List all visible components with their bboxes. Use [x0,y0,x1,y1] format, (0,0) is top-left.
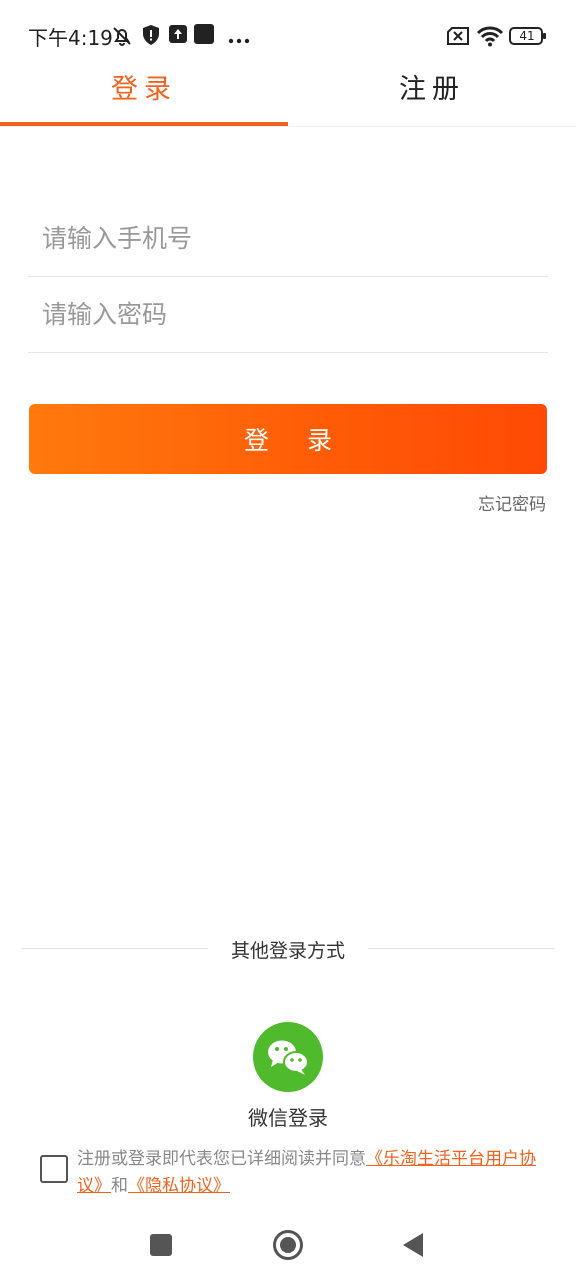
upload-icon [168,24,188,48]
battery-level: 41 [519,29,535,43]
status-bar: 下午4:19 41 [0,0,576,70]
forgot-password-link[interactable]: 忘记密码 [478,490,546,515]
more-dots-icon [228,30,250,49]
wechat-icon [253,1022,323,1096]
status-time: 下午4:19 [28,26,113,50]
other-login-title: 其他登录方式 [230,940,345,962]
sim-x-icon [446,27,470,49]
muted-bell-icon [110,24,134,52]
login-button[interactable]: 登录 [29,404,547,474]
agreement-text: 注册或登录即代表您已详细阅读并同意《乐淘生活平台用户协议》和《隐私协议》 [77,1146,547,1200]
system-nav-bar [0,1210,576,1280]
wechat-login-button[interactable] [253,1022,323,1092]
tab-login[interactable]: 登录 [0,62,288,124]
square-app-icon [194,24,214,48]
recent-apps-button[interactable] [150,1234,172,1260]
agreement-prefix: 注册或登录即代表您已详细阅读并同意 [77,1149,366,1169]
password-field-container [28,276,548,353]
home-button[interactable] [272,1229,304,1265]
phone-input[interactable] [28,200,548,276]
shield-icon [141,24,161,50]
phone-field-container [28,200,548,277]
back-button[interactable] [402,1232,424,1262]
wifi-icon [476,25,504,51]
auth-tabs: 登录 注册 [0,62,576,127]
wechat-login-label: 微信登录 [248,1106,328,1130]
agreement-checkbox[interactable] [40,1155,68,1183]
agreement-and: 和 [111,1176,128,1196]
battery-icon: 41 [509,27,547,45]
privacy-policy-link[interactable]: 《隐私协议》 [128,1176,230,1196]
password-input[interactable] [28,276,548,352]
active-tab-indicator [0,122,288,126]
tab-register[interactable]: 注册 [288,62,576,124]
